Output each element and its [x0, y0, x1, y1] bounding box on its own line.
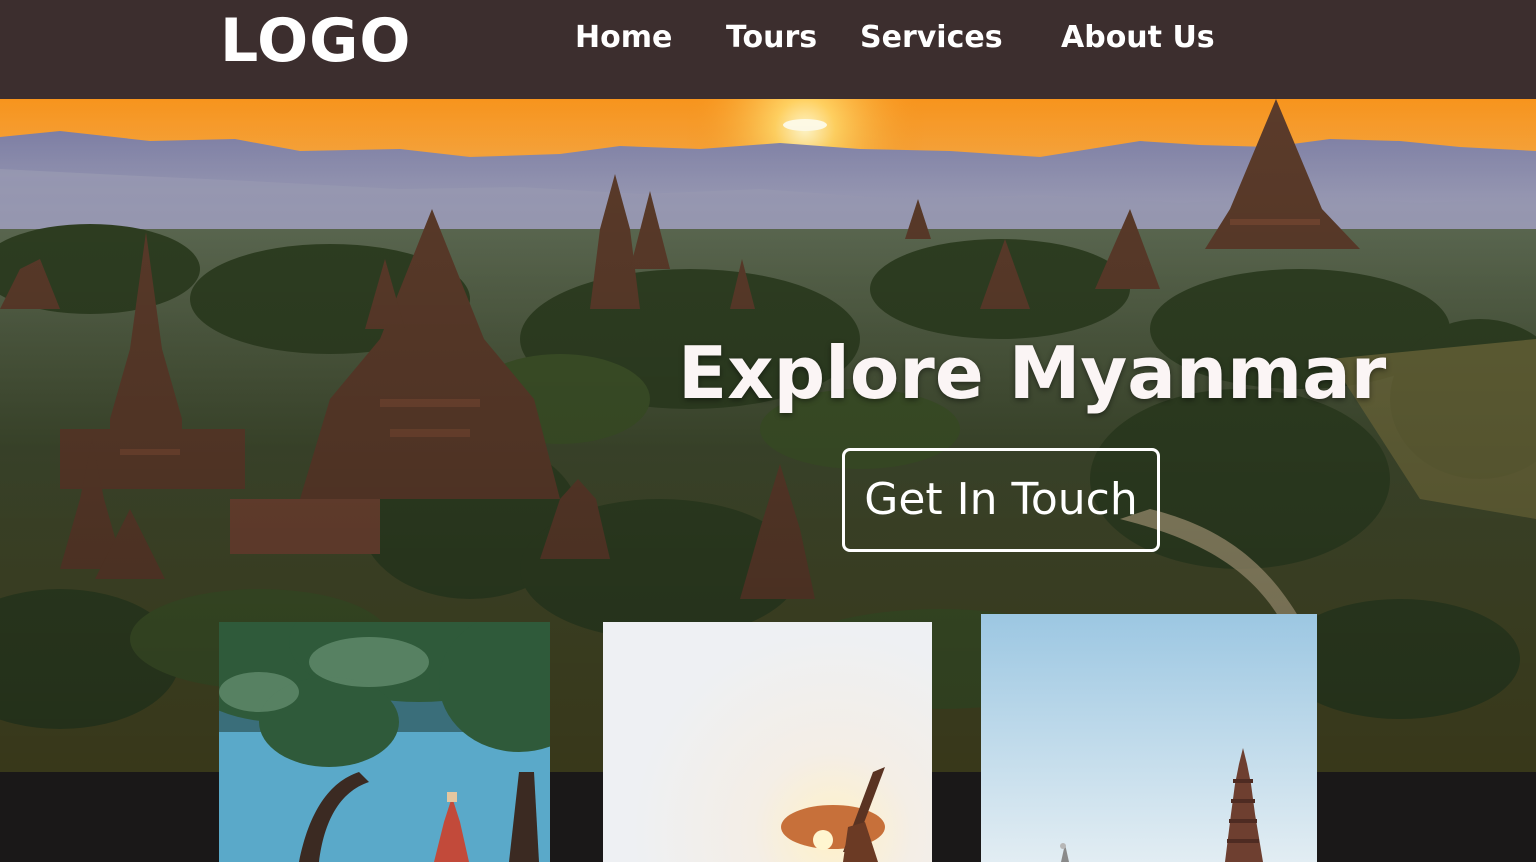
- tour-card-2[interactable]: [603, 622, 932, 862]
- logo[interactable]: LOGO: [220, 6, 411, 76]
- fisherman-silhouette-image: [603, 622, 932, 862]
- nav-link-tours[interactable]: Tours: [726, 20, 817, 55]
- hero-title: Explore Myanmar: [678, 331, 1387, 415]
- tree-and-pagoda-image: [219, 622, 550, 862]
- get-in-touch-button[interactable]: Get In Touch: [842, 448, 1160, 552]
- tour-card-3[interactable]: [981, 614, 1317, 862]
- nav-link-home[interactable]: Home: [575, 20, 672, 55]
- nav-link-about-us[interactable]: About Us: [1061, 20, 1215, 55]
- stupa-image: [981, 614, 1317, 862]
- navbar: LOGO Home Tours Services About Us: [0, 0, 1536, 99]
- nav-link-services[interactable]: Services: [860, 20, 1003, 55]
- tour-card-1[interactable]: [219, 622, 550, 862]
